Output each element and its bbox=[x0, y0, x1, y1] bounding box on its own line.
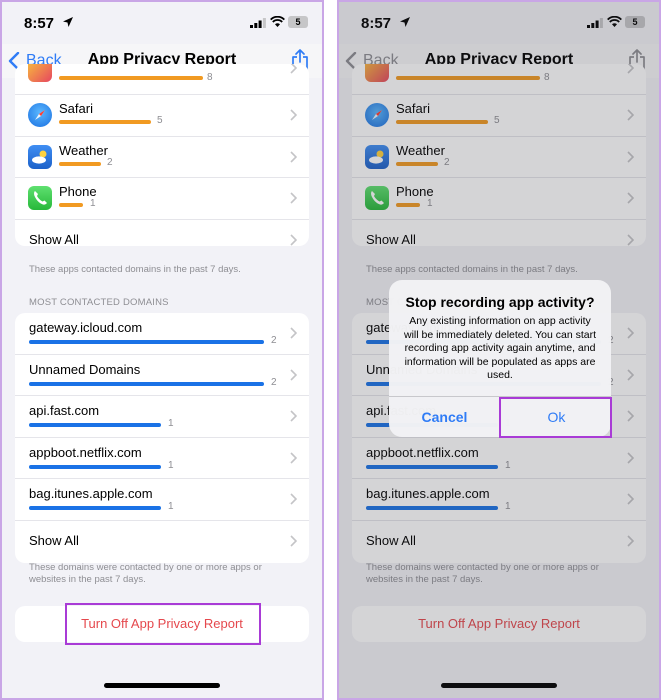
domain-name: gateway.icloud.com bbox=[29, 320, 143, 335]
domains-show-all-row[interactable]: Show All bbox=[15, 521, 309, 563]
weather-app-icon bbox=[28, 144, 52, 169]
chevron-right-icon bbox=[290, 150, 297, 163]
apps-card: 8 Safari 5 Weather 2 Phone 1 Show All bbox=[15, 64, 309, 246]
domain-count: 1 bbox=[168, 501, 174, 512]
apps-show-all-row[interactable]: Show All bbox=[15, 220, 309, 247]
domain-name: appboot.netflix.com bbox=[29, 444, 142, 460]
chevron-right-icon bbox=[290, 368, 297, 381]
show-all-label: Show All bbox=[29, 532, 79, 548]
app-count: 1 bbox=[90, 198, 96, 209]
app-name: Safari bbox=[59, 101, 93, 116]
alert-title: Stop recording app activity? bbox=[405, 294, 595, 310]
domains-card: gateway.icloud.com 2 Unnamed Domains 2 a… bbox=[15, 313, 309, 563]
highlight-box-turn-off bbox=[65, 603, 261, 645]
location-arrow-icon bbox=[63, 17, 73, 27]
status-bar: 8:57 5 bbox=[2, 2, 322, 44]
app-name: Phone bbox=[59, 184, 97, 199]
app-count: 5 bbox=[157, 115, 163, 126]
domain-count: 2 bbox=[271, 335, 277, 346]
domain-usage-bar bbox=[29, 340, 264, 344]
highlight-box-ok bbox=[499, 397, 612, 438]
domain-name: bag.itunes.apple.com bbox=[29, 486, 153, 501]
domain-row[interactable]: gateway.icloud.com 2 bbox=[15, 313, 309, 355]
app-count: 2 bbox=[107, 156, 113, 168]
alert-message: Any existing information on app activity… bbox=[403, 315, 597, 381]
chevron-right-icon bbox=[290, 534, 297, 547]
app-usage-bar bbox=[59, 161, 101, 166]
phone-app-icon bbox=[28, 186, 52, 210]
domain-row[interactable]: Unnamed Domains 2 bbox=[15, 355, 309, 396]
domain-usage-bar bbox=[29, 506, 161, 510]
app-count: 8 bbox=[207, 72, 213, 83]
chevron-right-icon bbox=[290, 192, 297, 204]
chevron-right-icon bbox=[290, 233, 297, 246]
phone-screen-alert: 8:57 5 Back App Privacy Report 8 Safari … bbox=[337, 0, 661, 700]
chevron-right-icon bbox=[290, 451, 297, 464]
home-indicator[interactable] bbox=[104, 683, 220, 688]
chevron-right-icon bbox=[290, 109, 297, 121]
app-row-partial[interactable]: 8 bbox=[15, 64, 309, 95]
domain-name: api.fast.com bbox=[29, 403, 100, 418]
app-row-phone[interactable]: Phone 1 bbox=[15, 178, 309, 220]
domains-footnote: These domains were contacted by one or m… bbox=[29, 562, 262, 585]
chevron-right-icon bbox=[290, 327, 297, 339]
chevron-right-icon bbox=[290, 410, 297, 422]
domain-row[interactable]: api.fast.com 1 bbox=[15, 396, 309, 438]
domain-usage-bar bbox=[29, 464, 161, 469]
chevron-right-icon bbox=[290, 493, 297, 505]
app-usage-bar bbox=[59, 120, 151, 124]
domain-count: 1 bbox=[168, 459, 174, 471]
status-time: 8:57 bbox=[24, 15, 55, 32]
domains-section-header: MOST CONTACTED DOMAINS bbox=[29, 297, 169, 308]
domain-name: Unnamed Domains bbox=[29, 361, 141, 377]
app-usage-bar bbox=[59, 76, 203, 80]
app-row-safari[interactable]: Safari 5 bbox=[15, 95, 309, 137]
app-usage-bar bbox=[59, 203, 83, 207]
domain-count: 2 bbox=[271, 376, 277, 388]
app-row-weather[interactable]: Weather 2 bbox=[15, 137, 309, 178]
phone-screen-before: 8:57 5 Back App Privacy Report 8 Safari … bbox=[0, 0, 324, 700]
domain-usage-bar bbox=[29, 423, 161, 427]
domain-row[interactable]: appboot.netflix.com 1 bbox=[15, 438, 309, 479]
safari-app-icon bbox=[28, 103, 52, 127]
cellular-signal-icon bbox=[250, 18, 266, 28]
apps-footnote: These apps contacted domains in the past… bbox=[29, 264, 241, 275]
app-name: Weather bbox=[59, 142, 108, 158]
show-all-label: Show All bbox=[29, 231, 79, 247]
alert-cancel-button[interactable]: Cancel bbox=[389, 397, 500, 437]
screenshot-canvas: 8:57 5 Back App Privacy Report 8 Safari … bbox=[0, 0, 661, 700]
domain-count: 1 bbox=[168, 418, 174, 429]
instagram-app-icon bbox=[28, 64, 52, 82]
domain-row[interactable]: bag.itunes.apple.com 1 bbox=[15, 479, 309, 521]
chevron-right-icon bbox=[290, 64, 297, 74]
battery-indicator: 5 bbox=[288, 16, 308, 28]
domain-usage-bar bbox=[29, 381, 264, 386]
wifi-icon bbox=[270, 16, 285, 27]
